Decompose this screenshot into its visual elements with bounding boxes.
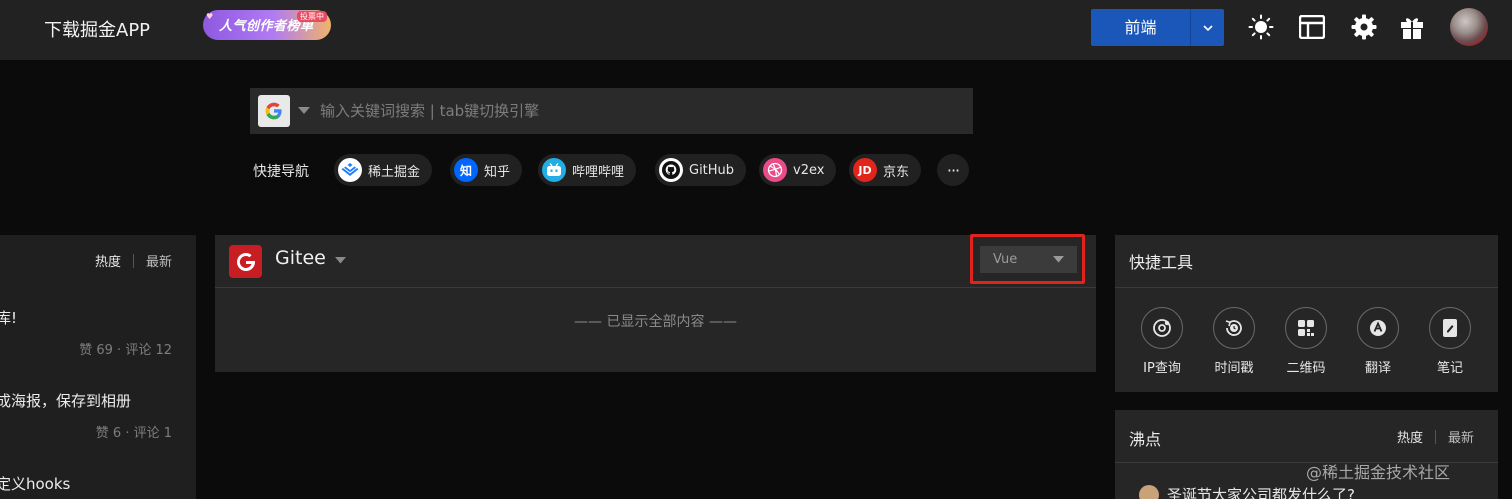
quick-nav-label-juejin: 稀土掘金 xyxy=(368,164,421,180)
quick-nav-label-jd: 京东 xyxy=(883,164,910,180)
tool-timestamp[interactable]: 时间戳 xyxy=(1204,307,1264,376)
article-meta: 赞 6 · 评论 1 xyxy=(95,426,172,441)
tab-hot[interactable]: 热度 xyxy=(1397,427,1423,446)
voting-tag: 投票中 xyxy=(297,11,327,22)
tool-label: 翻译 xyxy=(1364,361,1391,376)
quick-nav-label-bilibili: 哔哩哔哩 xyxy=(572,164,625,180)
tool-ip-lookup[interactable]: IP查询 xyxy=(1132,307,1192,376)
tool-label: 时间戳 xyxy=(1214,361,1254,376)
user-avatar[interactable] xyxy=(1450,8,1488,46)
tab-new[interactable]: 最新 xyxy=(1448,427,1474,446)
article-meta: 赞 69 · 评论 12 xyxy=(79,343,172,358)
quick-tools-title: 快捷工具 xyxy=(1129,253,1194,272)
article-title[interactable]: 库! xyxy=(0,307,17,328)
location-icon xyxy=(1141,307,1183,349)
quick-nav-jd[interactable]: JD 京东 xyxy=(849,154,922,186)
bilibili-icon xyxy=(542,158,566,182)
article-title[interactable]: 定义hooks xyxy=(0,473,70,494)
quick-nav-v2ex[interactable]: v2ex xyxy=(759,154,837,186)
juejin-icon xyxy=(338,158,362,182)
tab-divider xyxy=(1434,429,1436,444)
tool-label: IP查询 xyxy=(1143,361,1181,376)
panel-divider xyxy=(1115,287,1498,288)
tab-hot[interactable]: 热度 xyxy=(95,251,121,270)
chevron-down-icon xyxy=(1202,24,1213,31)
quick-nav-label-v2ex: v2ex xyxy=(793,162,825,178)
left-panel-tabs: 热度 最新 xyxy=(95,251,172,270)
qrcode-icon xyxy=(1285,307,1327,349)
hot-post-item[interactable]: 圣诞节大家公司都发什么了? xyxy=(1139,484,1355,499)
tool-label: 笔记 xyxy=(1436,361,1463,376)
quick-nav-bilibili[interactable]: 哔哩哔哩 xyxy=(538,154,637,186)
article-title[interactable]: 成海报，保存到相册 xyxy=(0,390,131,411)
sun-icon[interactable] xyxy=(1247,13,1275,41)
post-avatar xyxy=(1139,484,1159,499)
quick-nav-juejin[interactable]: 稀土掘金 xyxy=(334,154,433,186)
source-name[interactable]: Gitee xyxy=(275,247,326,269)
quick-nav-zhihu[interactable]: 知 知乎 xyxy=(450,154,523,186)
google-icon xyxy=(265,102,282,120)
gift-icon[interactable] xyxy=(1398,13,1426,41)
quick-nav-github[interactable]: GitHub xyxy=(655,154,747,186)
github-icon xyxy=(659,158,683,182)
translate-icon xyxy=(1357,307,1399,349)
tool-label: 二维码 xyxy=(1286,361,1326,376)
gitee-panel: Gitee Vue —— 已显示全部内容 —— xyxy=(215,234,1096,372)
gear-icon[interactable] xyxy=(1350,13,1378,41)
layout-icon[interactable] xyxy=(1298,13,1326,41)
jd-icon: JD xyxy=(853,158,877,182)
tool-notes[interactable]: 笔记 xyxy=(1420,307,1480,376)
category-dropdown-toggle[interactable] xyxy=(1191,9,1224,46)
download-app-link[interactable]: 下载掘金APP xyxy=(44,16,150,42)
search-engine-selector[interactable] xyxy=(258,95,290,127)
hot-post-text: 圣诞节大家公司都发什么了? xyxy=(1167,486,1355,499)
empty-state-text: —— 已显示全部内容 —— xyxy=(574,314,737,330)
tool-translate[interactable]: 翻译 xyxy=(1348,307,1408,376)
language-select-value: Vue xyxy=(993,252,1018,267)
tab-divider xyxy=(132,253,134,268)
top-header: 下载掘金APP ♥ 人气创作者榜单 投票中 前端 xyxy=(0,0,1512,60)
hot-posts-panel: 沸点 热度 最新 圣诞节大家公司都发什么了? xyxy=(1115,410,1498,499)
quick-tools-panel: 快捷工具 IP查询 时间戳 二维码 翻译 笔记 xyxy=(1115,235,1498,392)
dribbble-icon xyxy=(763,158,787,182)
search-bar xyxy=(250,88,973,134)
quick-nav-label: 快捷导航 xyxy=(253,164,309,180)
language-select[interactable]: Vue xyxy=(980,246,1077,273)
gitee-logo-icon xyxy=(229,245,262,278)
category-button[interactable]: 前端 xyxy=(1091,9,1190,46)
left-article-panel: 热度 最新 库! 赞 69 · 评论 12 成海报，保存到相册 赞 6 · 评论… xyxy=(0,235,196,499)
caret-down-icon[interactable] xyxy=(335,257,346,264)
hot-posts-title: 沸点 xyxy=(1129,430,1162,449)
caret-down-icon xyxy=(1053,256,1064,263)
watermark: @稀土掘金技术社区 xyxy=(1306,463,1451,482)
clock-icon xyxy=(1213,307,1255,349)
quick-nav-label-github: GitHub xyxy=(689,162,735,178)
note-icon xyxy=(1429,307,1471,349)
hot-posts-tabs: 热度 最新 xyxy=(1397,427,1474,446)
tab-new[interactable]: 最新 xyxy=(146,251,172,270)
quick-nav-more-button[interactable]: ··· xyxy=(937,154,969,186)
creator-ranking-badge[interactable]: ♥ 人气创作者榜单 投票中 xyxy=(203,10,331,40)
category-split-button: 前端 xyxy=(1091,9,1224,46)
zhihu-icon: 知 xyxy=(454,158,478,182)
caret-down-icon[interactable] xyxy=(298,107,310,115)
heart-icon: ♥ xyxy=(206,12,214,21)
search-input[interactable] xyxy=(320,88,960,134)
panel-divider xyxy=(215,287,1096,288)
quick-nav-label-zhihu: 知乎 xyxy=(484,164,511,180)
tool-qrcode[interactable]: 二维码 xyxy=(1276,307,1336,376)
